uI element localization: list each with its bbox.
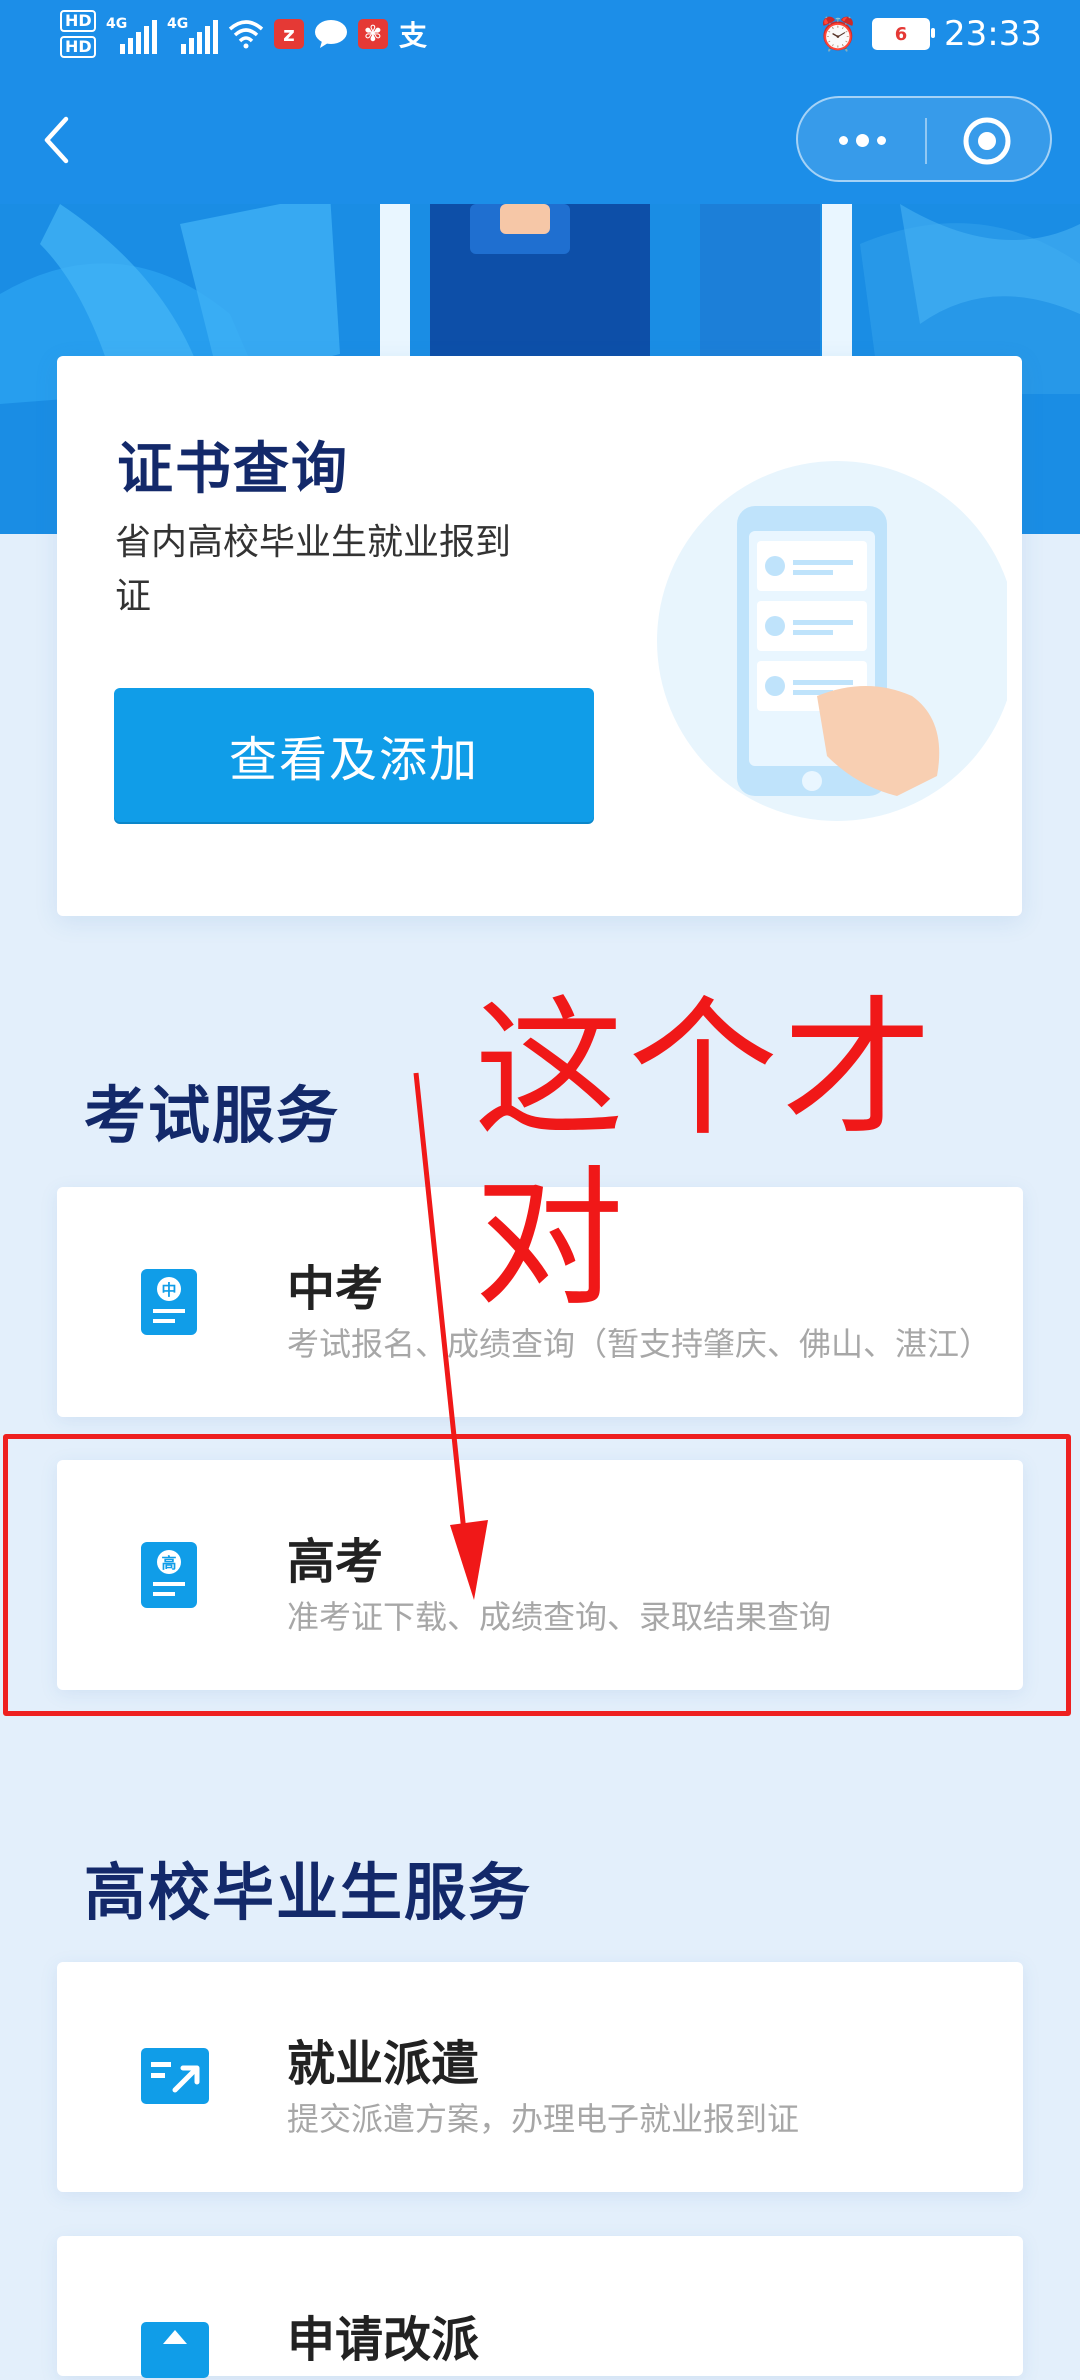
certificate-title: 证书查询 bbox=[117, 437, 349, 502]
exam-services-heading: 考试服务 bbox=[84, 1079, 341, 1152]
status-right: ⏰ 6 23:33 bbox=[818, 14, 1042, 54]
close-mini-program-button[interactable] bbox=[962, 116, 1012, 166]
alipay-icon: 支 bbox=[398, 19, 427, 52]
top-bar: HD HD 4G 4G z ✾ 支 ⏰ 6 23:33 bbox=[0, 0, 1080, 204]
more-button[interactable] bbox=[830, 126, 894, 154]
mini-program-capsule bbox=[796, 96, 1052, 182]
status-left: HD HD 4G 4G z ✾ 支 bbox=[60, 10, 428, 58]
dispatch-icon bbox=[141, 2048, 209, 2104]
phone-illustration-icon bbox=[657, 461, 1007, 821]
battery-level: 6 bbox=[894, 23, 908, 45]
certificate-card: 证书查询 省内高校毕业生就业报到证 查看及添加 bbox=[57, 356, 1022, 916]
employment-dispatch-title: 就业派遣 bbox=[287, 2036, 480, 2092]
hd1-badge: HD bbox=[60, 10, 96, 32]
capsule-divider bbox=[925, 118, 927, 164]
battery-icon: 6 bbox=[872, 18, 936, 50]
zhihu-icon: z bbox=[274, 19, 304, 49]
hd-indicators: HD HD bbox=[60, 10, 96, 58]
annotation-text: 这个才对 bbox=[474, 983, 937, 1327]
back-button[interactable] bbox=[36, 110, 76, 170]
status-bar: HD HD 4G 4G z ✾ 支 ⏰ 6 23:33 bbox=[0, 0, 1080, 72]
zhongkao-title: 中考 bbox=[287, 1261, 384, 1317]
annotation-highlight-box bbox=[3, 1434, 1071, 1716]
network-type-1: 4G bbox=[106, 16, 128, 32]
employment-dispatch-subtitle: 提交派遣方案，办理电子就业报到证 bbox=[287, 2100, 800, 2138]
more-dots-icon bbox=[838, 135, 848, 145]
zhongkao-subtitle: 考试报名、成绩查询（暂支持肇庆、佛山、湛江） bbox=[287, 1325, 992, 1363]
reassign-icon bbox=[141, 2322, 209, 2378]
alarm-icon: ⏰ bbox=[818, 15, 859, 53]
apply-reassign-title: 申请改派 bbox=[287, 2312, 480, 2368]
view-and-add-button[interactable]: 查看及添加 bbox=[114, 688, 594, 822]
certificate-description: 省内高校毕业生就业报到证 bbox=[115, 522, 512, 617]
hd2-badge: HD bbox=[60, 36, 96, 58]
target-close-icon bbox=[963, 117, 1011, 165]
chevron-left-icon bbox=[44, 116, 69, 164]
wifi-icon bbox=[228, 20, 264, 49]
message-bubble-icon bbox=[315, 20, 347, 48]
zhong-icon-char: 中 bbox=[161, 1281, 176, 1299]
network-type-2: 4G bbox=[167, 16, 189, 32]
signal-1-icon: 4G bbox=[106, 14, 157, 54]
huawei-icon: ✾ bbox=[358, 19, 388, 49]
clock-time: 23:33 bbox=[944, 14, 1042, 54]
signal-2-icon: 4G bbox=[167, 14, 218, 54]
employment-dispatch-card[interactable]: 就业派遣 提交派遣方案，办理电子就业报到证 bbox=[57, 1962, 1023, 2192]
document-zhong-icon: 中 bbox=[141, 1269, 197, 1335]
apply-reassign-card[interactable]: 申请改派 bbox=[57, 2236, 1023, 2378]
graduate-services-heading: 高校毕业生服务 bbox=[84, 1856, 533, 1929]
